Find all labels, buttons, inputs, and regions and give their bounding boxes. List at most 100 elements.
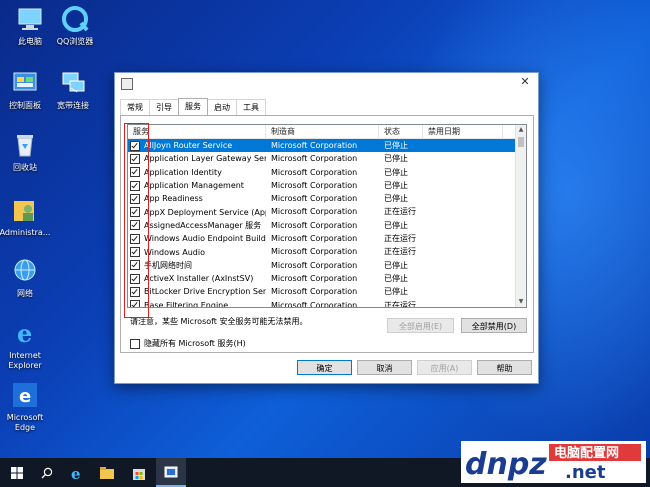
table-row[interactable]: App Readiness Microsoft Corporation 已停止 [128,192,526,205]
taskbar-store[interactable] [124,458,154,487]
status-cell: 正在运行 [384,234,416,244]
tab-startup[interactable]: 启动 [207,99,237,116]
desktop-icon-network[interactable]: 网络 [0,258,53,299]
dnpz-logo-icon: dnpz 电脑配置网 .net [465,444,641,483]
column-header-status[interactable]: 状态 [379,125,423,138]
apply-button[interactable]: 应用(A) [417,360,472,375]
title-bar[interactable]: ✕ [115,73,538,93]
desktop-icon-edge[interactable]: e Microsoft Edge [0,382,53,433]
desktop-icon-internet-explorer[interactable]: e Internet Explorer [0,319,53,371]
maker-cell: Microsoft Corporation [271,234,358,244]
service-name: AssignedAccessManager 服务 [144,220,262,230]
maker-cell: Microsoft Corporation [271,207,358,217]
maker-cell: Microsoft Corporation [271,154,358,164]
status-cell: 已停止 [384,220,408,230]
maker-cell: Microsoft Corporation [271,141,358,150]
svg-text:.net: .net [565,462,606,483]
status-cell: 正在运行 [384,247,416,257]
service-name: ActiveX Installer (AxInstSV) [144,274,254,284]
folder-icon [100,466,114,479]
table-row[interactable]: Application Identity Microsoft Corporatio… [128,166,526,179]
ok-button[interactable]: 确定 [297,360,352,375]
desktop-icon-recycle-bin[interactable]: 回收站 [0,132,53,173]
service-name: Application Identity [144,167,222,177]
help-button[interactable]: 帮助 [477,360,532,375]
disabled-date-cell [423,219,503,232]
desktop-icon-label: 宽带连接 [57,101,89,110]
scroll-down-icon[interactable]: ▼ [516,297,526,307]
scroll-up-icon[interactable]: ▲ [516,125,526,135]
table-row[interactable]: BitLocker Drive Encryption Service Micros… [128,285,526,298]
scroll-thumb[interactable] [518,137,524,147]
desktop-icon-label: Microsoft Edge [6,413,44,432]
hide-ms-services-label: 隐藏所有 Microsoft 服务(H) [144,339,246,348]
user-folder-icon [14,201,34,221]
maker-cell: Microsoft Corporation [271,273,358,283]
desktop-icon-qq-browser[interactable]: QQ浏览器 [47,6,103,47]
security-note: 请注意，某些 Microsoft 安全服务可能无法禁用。 [130,317,308,326]
edge-icon: e [13,383,37,407]
column-header-disabled-date[interactable]: 禁用日期 [423,125,503,138]
tab-general[interactable]: 常规 [120,99,150,116]
hide-ms-services-checkbox[interactable]: 隐藏所有 Microsoft 服务(H) [130,338,246,349]
table-row[interactable]: ActiveX Installer (AxInstSV) Microsoft Co… [128,272,526,285]
status-cell: 正在运行 [384,300,416,308]
svg-text:e: e [19,386,31,407]
disabled-date-cell [423,245,503,258]
desktop-icon-label: QQ浏览器 [56,37,94,46]
table-row[interactable]: Application Layer Gateway Service Microso… [128,152,526,165]
table-row[interactable]: AssignedAccessManager 服务 Microsoft Corpor… [128,219,526,232]
services-pane: 服务 制造商 状态 禁用日期 AllJoyn Router Service Mic… [120,115,534,353]
start-button[interactable] [2,458,32,487]
status-cell: 已停止 [384,180,408,190]
network-connection-icon [62,72,85,93]
status-cell: 已停止 [384,273,408,283]
table-row[interactable]: Application Management Microsoft Corporat… [128,179,526,192]
column-header-maker[interactable]: 制造商 [266,125,379,138]
vertical-scrollbar[interactable]: ▲ ▼ [515,125,526,307]
service-name: Application Management [144,181,244,191]
maker-cell: Microsoft Corporation [271,300,358,308]
cancel-button[interactable]: 取消 [357,360,412,375]
disabled-date-cell [423,259,503,272]
enable-all-button[interactable]: 全部启用(E) [387,318,454,333]
status-cell: 已停止 [384,194,408,204]
store-icon [133,468,145,480]
table-row[interactable]: Base Filtering Engine Microsoft Corporati… [128,299,526,308]
status-cell: 已停止 [384,287,408,297]
service-name: Windows Audio Endpoint Builder [144,234,266,244]
service-name: Base Filtering Engine [144,300,229,308]
desktop-icon-label: 网络 [17,289,33,298]
table-row[interactable]: AppX Deployment Service (AppX... Microsof… [128,205,526,218]
search-button[interactable] [32,458,62,487]
tab-boot[interactable]: 引导 [149,99,179,116]
service-name: 手机网络时间 [144,260,192,270]
internet-explorer-icon: e [17,319,32,348]
disabled-date-cell [423,205,503,218]
disabled-date-cell [423,285,503,298]
taskbar-ie[interactable]: e [62,458,92,487]
computer-icon [18,8,42,30]
recycle-bin-icon [17,135,33,157]
taskbar-file-explorer[interactable] [92,458,122,487]
table-row[interactable]: 手机网络时间 Microsoft Corporation 已停止 [128,259,526,272]
close-button[interactable]: ✕ [518,75,532,89]
tab-services[interactable]: 服务 [178,98,208,116]
disable-all-button[interactable]: 全部禁用(D) [461,318,527,333]
table-row[interactable]: AllJoyn Router Service Microsoft Corporat… [128,139,526,153]
service-name: AppX Deployment Service (AppX... [144,207,266,217]
table-row[interactable]: Windows Audio Microsoft Corporation 正在运行 [128,245,526,258]
taskbar-msconfig[interactable] [156,458,186,487]
services-list: 服务 制造商 状态 禁用日期 AllJoyn Router Service Mic… [127,124,527,308]
disabled-date-cell [423,166,503,179]
search-icon [41,467,53,478]
checkbox-box[interactable] [130,338,140,349]
tab-tools[interactable]: 工具 [236,99,266,116]
desktop-icon-broadband[interactable]: 宽带连接 [45,70,101,111]
maker-cell: Microsoft Corporation [271,220,358,230]
maker-cell: Microsoft Corporation [271,194,358,204]
table-row[interactable]: Windows Audio Endpoint Builder Microsoft … [128,232,526,245]
site-watermark-logo: dnpz 电脑配置网 .net [461,441,646,483]
svg-text:dnpz: dnpz [465,447,547,482]
desktop-icon-administrator[interactable]: Administra... [0,197,53,238]
